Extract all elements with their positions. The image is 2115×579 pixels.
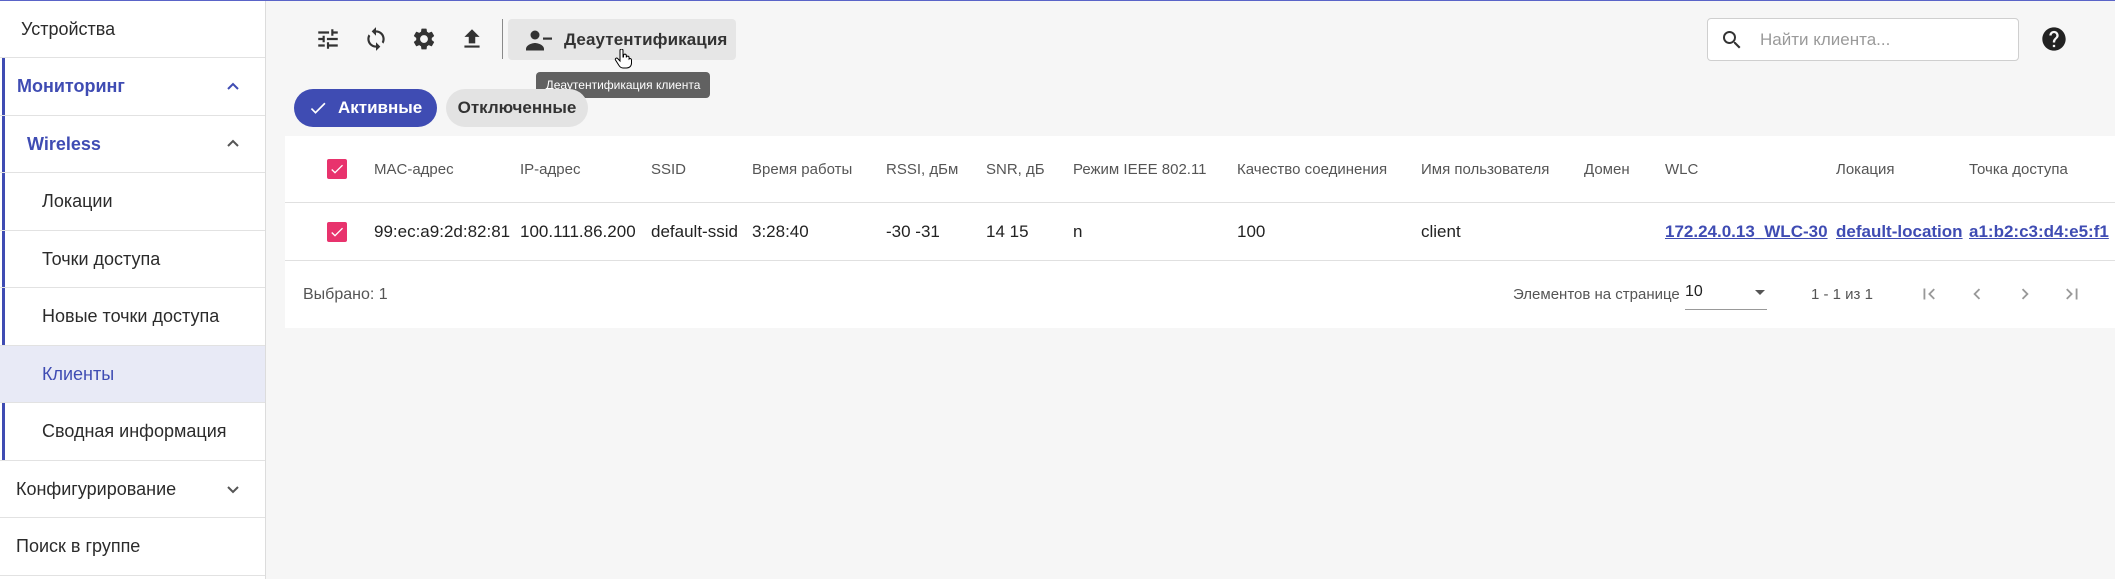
filter-chip-disconnected[interactable]: Отключенные [446,89,588,127]
hand-pointer-icon [614,49,632,69]
column-header-ssid[interactable]: SSID [651,136,686,202]
search-icon [1723,30,1741,48]
sidebar-item-new-access-points[interactable]: Новые точки доступа [0,288,265,346]
column-header-domain[interactable]: Домен [1584,136,1630,202]
upload-icon [464,29,480,48]
upload-button[interactable] [457,24,487,54]
selected-count: Выбрано: 1 [303,285,388,303]
filter-settings-button[interactable] [313,24,343,54]
column-header-quality[interactable]: Качество соединения [1237,136,1387,202]
refresh-button[interactable] [361,24,391,54]
sidebar-item-summary[interactable]: Сводная информация [0,403,265,461]
column-header-username[interactable]: Имя пользователя [1421,136,1549,202]
clients-table: MAC-адрес IP-адрес SSID Время работы RSS… [285,136,2115,328]
first-page-icon [1923,288,1935,300]
search-input[interactable] [1758,28,2002,51]
cell-ieee-mode: n [1073,221,1083,241]
tune-icon [318,29,338,49]
sidebar-item-clients[interactable]: Клиенты [0,346,265,403]
column-header-mac[interactable]: MAC-адрес [374,136,454,202]
column-header-uptime[interactable]: Время работы [752,136,852,202]
sidebar-item-label: Устройства [21,18,116,39]
sidebar-item-devices[interactable]: Устройства [0,1,265,58]
per-page-select[interactable]: 10 [1685,275,1767,310]
deauthenticate-label: Деаутентификация [564,29,728,49]
last-page-icon [2066,288,2078,300]
sidebar-item-group-search[interactable]: Поиск в группе [0,518,265,576]
sidebar-item-monitoring[interactable]: Мониторинг [0,58,265,116]
sync-icon [367,27,385,51]
settings-button[interactable] [409,24,439,54]
row-checkbox[interactable] [327,203,347,260]
chevron-up-icon [227,82,239,90]
cell-mac: 99:ec:a9:2d:82:81 [374,221,511,241]
table-row[interactable]: 99:ec:a9:2d:82:81 100.111.86.200 default… [285,203,2115,261]
person-remove-icon [526,30,552,50]
column-header-wlc[interactable]: WLC [1665,136,1698,202]
chevron-down-icon [227,486,239,494]
cell-snr: 14 15 [986,221,1029,241]
last-page-button[interactable] [2060,282,2084,306]
table-header: MAC-адрес IP-адрес SSID Время работы RSS… [285,136,2115,203]
column-header-ieee-mode[interactable]: Режим IEEE 802.11 [1073,136,1207,202]
select-all-checkbox[interactable] [327,136,347,202]
sidebar-item-label: Локации [42,191,113,211]
previous-page-button[interactable] [1965,282,1989,306]
sidebar-item-label: Конфигурирование [16,478,177,499]
cell-ssid: default-ssid [651,221,738,241]
per-page-value: 10 [1685,283,1703,300]
chevron-right-icon [2021,288,2029,300]
check-icon [331,164,343,174]
sidebar-item-label: Мониторинг [17,76,125,96]
cell-rssi: -30 -31 [886,221,940,241]
cell-uptime: 3:28:40 [752,221,809,241]
sidebar-item-wireless[interactable]: Wireless [0,116,265,173]
column-header-location[interactable]: Локация [1836,136,1895,202]
chevron-left-icon [1973,288,1981,300]
access-point-link[interactable]: a1:b2:c3:d4:e5:f1 [1969,203,2109,260]
wlc-link[interactable]: 172.24.0.13_WLC-30 [1665,203,1828,260]
check-icon [310,102,326,114]
pagination-range: 1 - 1 из 1 [1811,286,1873,303]
filter-chip-active[interactable]: Активные [294,89,437,127]
cell-quality: 100 [1237,221,1266,241]
column-header-snr[interactable]: SNR, дБ [986,136,1045,202]
sidebar-item-locations[interactable]: Локации [0,173,265,231]
sidebar-item-label: Новые точки доступа [42,306,220,326]
table-footer: Выбрано: 1 Элементов на странице 10 1 - … [285,261,2115,328]
sidebar-item-configuration[interactable]: Конфигурирование [0,461,265,518]
cell-ip: 100.111.86.200 [520,221,636,241]
location-link[interactable]: default-location [1836,203,1963,260]
next-page-button[interactable] [2013,282,2037,306]
sidebar-item-label: Wireless [27,133,101,154]
filter-chip-label: Отключенные [457,98,577,117]
per-page-label: Элементов на странице [1513,286,1680,303]
dropdown-arrow-icon [1755,290,1765,295]
sidebar-item-label: Поиск в группе [16,536,141,556]
sidebar: Устройства Мониторинг Wireless Локации Т… [0,1,266,579]
help-icon [2042,27,2066,51]
client-search [1707,18,2019,61]
sidebar-item-label: Сводная информация [42,421,227,441]
sidebar-item-label: Точки доступа [42,248,161,269]
gear-icon [413,28,435,50]
first-page-button[interactable] [1917,282,1941,306]
cell-username: client [1421,221,1461,241]
filter-chip-label: Активные [338,98,423,117]
check-icon [331,227,343,237]
column-header-access-point[interactable]: Точка доступа [1969,136,2068,202]
column-header-ip[interactable]: IP-адрес [520,136,580,202]
column-header-rssi[interactable]: RSSI, дБм [886,136,958,202]
sidebar-item-label: Клиенты [42,363,115,384]
chevron-up-icon [227,139,239,147]
toolbar-divider [502,19,503,59]
sidebar-item-access-points[interactable]: Точки доступа [0,231,265,288]
help-button[interactable] [2040,25,2068,53]
